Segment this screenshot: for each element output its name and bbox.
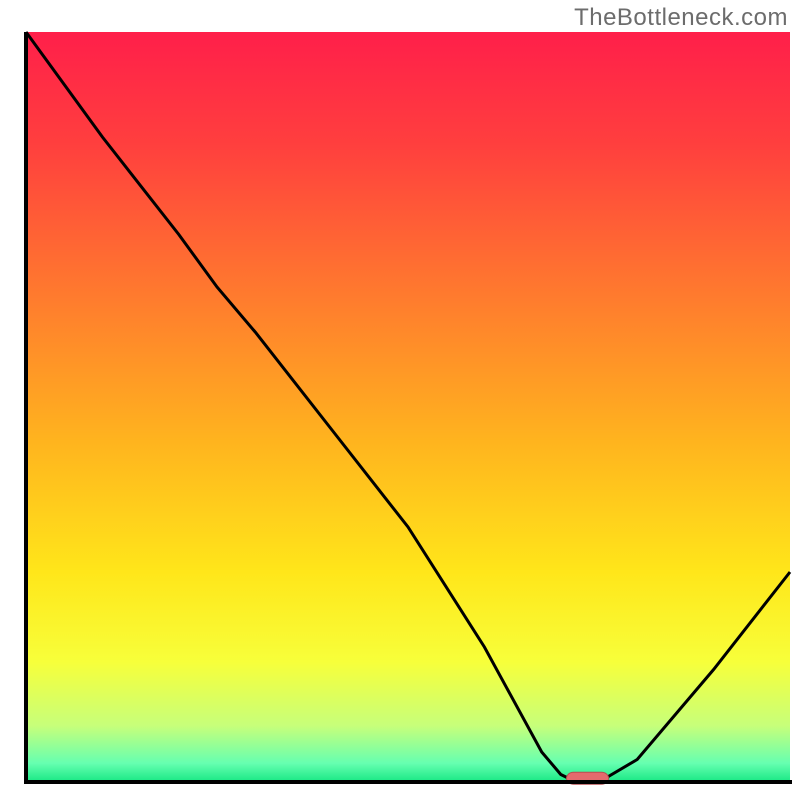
chart-frame: TheBottleneck.com <box>0 0 800 800</box>
y-axis-line <box>24 32 28 784</box>
chart-svg <box>0 0 800 800</box>
gradient-background <box>26 32 790 782</box>
x-axis-line <box>24 780 792 784</box>
bottleneck-curve <box>26 32 790 782</box>
watermark-text: TheBottleneck.com <box>574 4 788 32</box>
optimum-marker <box>567 772 609 784</box>
